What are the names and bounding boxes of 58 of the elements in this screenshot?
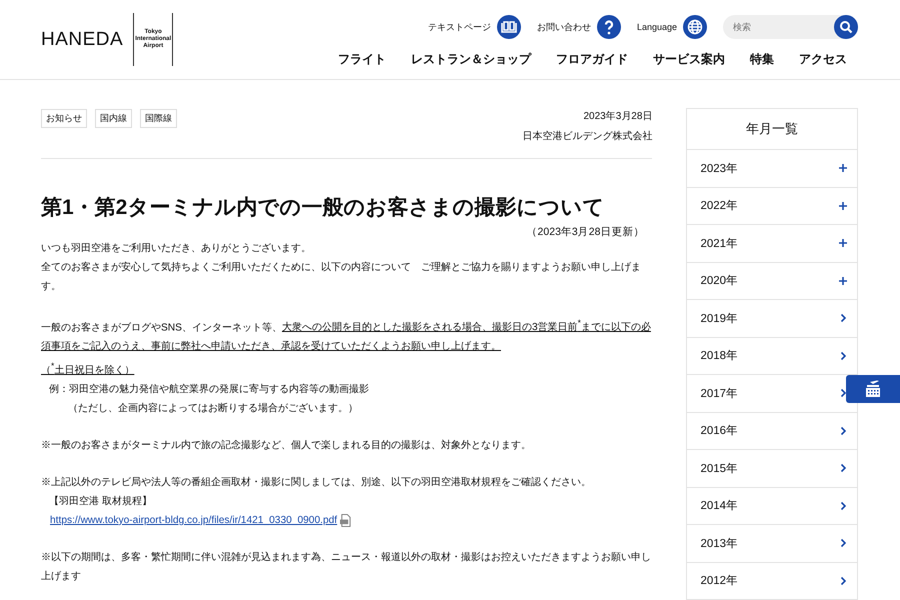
document-icon [340, 514, 352, 527]
sidebar-heading: 年月一覧 [687, 109, 857, 150]
utility-link[interactable]: Language [636, 15, 707, 39]
plus-icon [838, 276, 848, 286]
chevron-right-icon [838, 500, 848, 511]
category-tag[interactable]: 国内線 [95, 109, 132, 128]
article-date: 2023年3月28日 [584, 110, 652, 123]
floating-menu[interactable] [846, 375, 900, 403]
body-text: （ただし、企画内容によってはお断りする場合がございます。） [67, 402, 359, 416]
nav-link[interactable]: 特集 [750, 51, 774, 68]
year-item[interactable]: 2020年 [687, 262, 857, 300]
body-text: 【羽田空港 取材規程】 [48, 494, 153, 509]
chevron-right-icon [838, 576, 848, 586]
updated-date: （2023年3月28日更新） [526, 225, 644, 239]
year-item[interactable]: 2013年 [687, 525, 857, 562]
chevron-right-icon [838, 313, 848, 324]
plus-icon [838, 163, 848, 174]
year-item[interactable]: 2021年 [687, 225, 857, 262]
year-item[interactable]: 2014年 [687, 488, 857, 525]
body-text: （$^{*}$土日祝日を除く） [41, 359, 136, 378]
chevron-right-icon [838, 350, 848, 361]
body-text: ※上記以外のテレビ局や法人等の番組企画取材・撮影に関しましては、別途、以下の羽田空港取材規程をご確認ください。 [41, 476, 592, 490]
body-text: 例：羽田空港の魅力発信や航空業界の発展に寄与する内容等の動画撮影 [48, 382, 370, 397]
logo-wordmark[interactable]: HANEDA [41, 28, 124, 50]
nav-link[interactable]: フロアガイド [556, 51, 628, 68]
book-icon [496, 15, 521, 39]
utility-link[interactable]: テキストページ [428, 15, 521, 39]
article-title: 第1・第2ターミナル内での一般のお客さまの撮影について [41, 194, 606, 221]
year-item[interactable]: 2012年 [687, 562, 857, 600]
globe-icon [683, 15, 707, 39]
year-item[interactable]: 2018年 [687, 338, 857, 375]
nav-link[interactable]: フライト [338, 51, 386, 68]
publisher-name: 日本空港ビルデング株式会社 [522, 130, 652, 143]
body-text: ※以下の期間は、多客・繁忙期間に伴い混雑が見込まれます為、ニュース・報道以外の取材・撮影はお控えいただきますようお願い申し上げます [41, 550, 652, 584]
year-item[interactable]: 2016年 [687, 412, 857, 450]
pdf-link[interactable]: https://www.tokyo-airport-bldg.co.jp/files/ir/1421_0330_0900.pdf [50, 510, 338, 530]
category-tag[interactable]: お知らせ [41, 109, 87, 128]
chevron-right-icon [838, 426, 848, 436]
nav-link[interactable]: アクセス [799, 51, 847, 68]
plus-icon [838, 200, 848, 211]
body-text: 全てのお客さまが安心して気持ちよくご利用いただくために、以下の内容について ご理解とご協力を賜りますようお願い申し上げます。 [41, 260, 642, 294]
chevron-right-icon [838, 388, 848, 398]
chevron-right-icon [838, 538, 848, 548]
category-tag[interactable]: 国際線 [140, 109, 177, 128]
body-text: ※一般のお客さまがターミナル内で旅の記念撮影など、個人で楽しまれる目的の撮影は、対象外となります。 [41, 438, 532, 453]
plus-icon [838, 238, 848, 248]
year-item[interactable]: 2022年 [687, 188, 857, 225]
utility-link[interactable]: お問い合わせ [536, 15, 621, 39]
search-icon[interactable] [834, 15, 858, 39]
nav-link[interactable]: レストラン＆ショップ [411, 51, 531, 68]
year-item[interactable]: 2023年 [687, 150, 857, 188]
body-text: いつも羽田空港をご利用いただき、ありがとうございます。 [41, 242, 312, 256]
chevron-right-icon [838, 463, 848, 474]
question-icon [596, 15, 621, 39]
body-text: 一般のお客さまがブログやSNS、インターネット等、大衆への公開を目的とした撮影をされる場合、撮影日の3営業日前$^{*}$までに以下の必須事項をご記入のうえ、事前に弊社へ申請いただき、承認を受けていただくようお願い申し上げます。 [41, 317, 652, 354]
nav-link[interactable]: サービス案内 [653, 51, 725, 68]
year-item[interactable]: 2015年 [687, 450, 857, 488]
year-item[interactable]: 2019年 [687, 300, 857, 338]
